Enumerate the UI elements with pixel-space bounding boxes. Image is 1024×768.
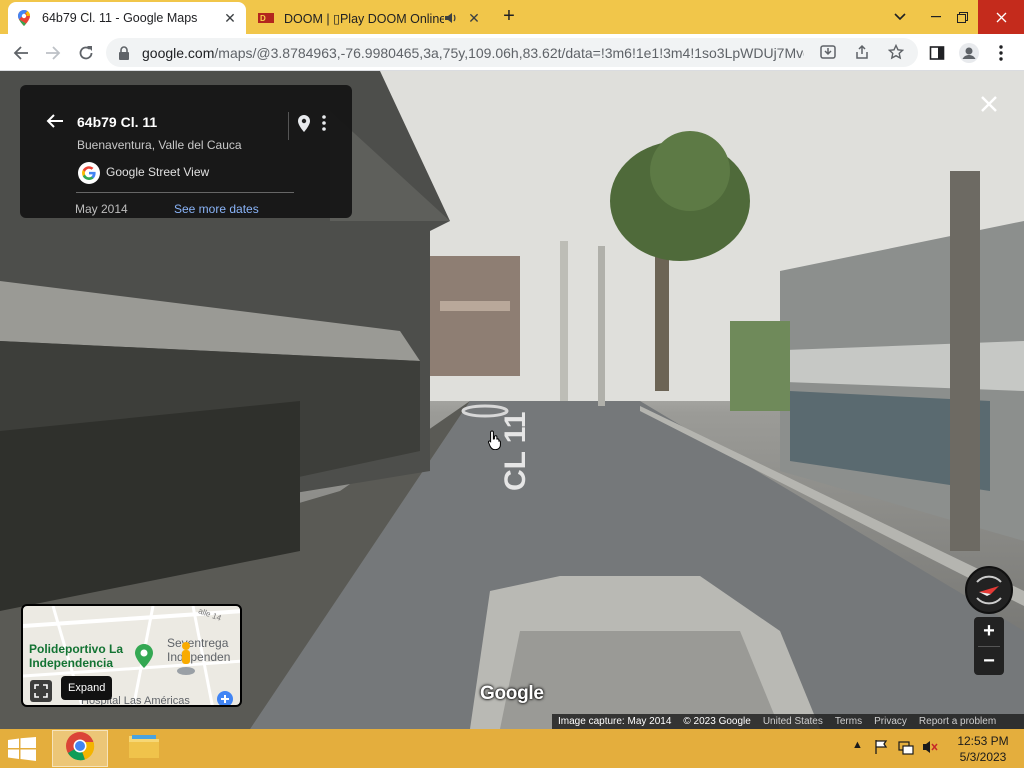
taskbar: ▲ 12:53 PM 5/3/2023 — [0, 729, 1024, 768]
zoom-out-button[interactable]: − — [974, 647, 1004, 676]
mini-map[interactable]: alle 14 Polideportivo La Independencia S… — [21, 604, 242, 707]
restore-icon[interactable] — [946, 0, 978, 34]
volume-muted-icon[interactable] — [922, 739, 938, 758]
hospital-pin-icon — [216, 690, 234, 705]
back-arrow-icon[interactable] — [46, 113, 64, 134]
show-hidden-icons-icon[interactable]: ▲ — [852, 739, 863, 751]
address-bar[interactable]: google.com/maps/@3.8784963,-76.9980465,3… — [106, 38, 918, 67]
close-tab-icon[interactable]: ✕ — [466, 10, 482, 26]
tab-strip: 64b79 Cl. 11 - Google Maps ✕ D DOOM | ▯P… — [0, 0, 1024, 34]
forward-icon[interactable] — [40, 40, 66, 66]
country-link[interactable]: United States — [763, 716, 823, 727]
network-icon[interactable] — [898, 739, 914, 758]
taskbar-file-explorer[interactable] — [116, 730, 172, 767]
address-title: 64b79 Cl. 11 — [77, 114, 158, 130]
divider — [76, 192, 294, 193]
road-marking: CL 11 — [499, 412, 532, 492]
taskbar-chrome[interactable] — [52, 730, 108, 767]
close-tab-icon[interactable]: ✕ — [222, 10, 238, 26]
side-panel-icon[interactable] — [924, 40, 950, 66]
menu-kebab-icon[interactable] — [988, 40, 1014, 66]
divider — [288, 112, 289, 140]
url-text: google.com/maps/@3.8784963,-76.9980465,3… — [142, 45, 804, 61]
compass-icon[interactable] — [965, 566, 1013, 614]
expand-tooltip: Expand — [61, 676, 113, 700]
capture-info: Image capture: May 2014 — [558, 716, 672, 727]
street-view-panorama[interactable]: CL 11 64b79 Cl. 11 Buenaventura, Valle d… — [0, 71, 1024, 729]
tab-title: 64b79 Cl. 11 - Google Maps — [42, 11, 198, 25]
reload-icon[interactable] — [73, 40, 99, 66]
svg-text:D: D — [260, 14, 266, 23]
google-g-icon — [78, 162, 100, 184]
profile-avatar-icon[interactable] — [956, 40, 982, 66]
copyright: © 2023 Google — [683, 716, 751, 727]
back-icon[interactable] — [8, 40, 34, 66]
pegman-icon — [176, 641, 196, 680]
clock-date: 5/3/2023 — [959, 750, 1007, 764]
provider-label: Google Street View — [106, 165, 210, 179]
bookmark-star-icon[interactable] — [887, 43, 905, 65]
lock-icon[interactable] — [118, 45, 132, 60]
address-subtitle: Buenaventura, Valle del Cauca — [77, 138, 242, 152]
window-close-icon[interactable] — [978, 0, 1024, 34]
see-more-dates-link[interactable]: See more dates — [174, 202, 259, 216]
windows-start-icon[interactable] — [8, 737, 36, 766]
tab-google-maps[interactable]: 64b79 Cl. 11 - Google Maps ✕ — [8, 2, 246, 34]
park-pin-icon — [135, 644, 153, 673]
privacy-link[interactable]: Privacy — [874, 716, 907, 727]
map-pin-icon[interactable] — [298, 115, 310, 137]
new-tab-button[interactable]: + — [498, 6, 520, 28]
tab-title: DOOM | ▯Play DOOM Online — [284, 11, 444, 26]
hand-cursor-icon — [488, 430, 502, 455]
action-center-flag-icon[interactable] — [874, 739, 890, 758]
folder-icon — [128, 732, 160, 765]
speaker-icon[interactable] — [444, 11, 458, 28]
terms-link[interactable]: Terms — [835, 716, 862, 727]
url-path: /maps/@3.8784963,-76.9980465,3a,75y,109.… — [214, 44, 804, 61]
google-maps-pin-icon — [16, 10, 32, 26]
install-app-icon[interactable] — [820, 44, 836, 65]
place-label: Polideportivo La Independencia — [29, 642, 124, 670]
chrome-icon — [65, 731, 95, 766]
close-street-view-icon[interactable] — [978, 93, 1000, 115]
tab-doom[interactable]: D DOOM | ▯Play DOOM Online ✕ — [250, 2, 490, 34]
google-watermark: Google — [480, 683, 544, 704]
zoom-controls: + − — [974, 617, 1004, 675]
attribution-footer: Image capture: May 2014 © 2023 Google Un… — [552, 714, 1024, 729]
clock-time: 12:53 PM — [957, 734, 1009, 748]
system-clock[interactable]: 12:53 PM 5/3/2023 — [950, 733, 1016, 765]
tab-search-chevron-icon[interactable] — [884, 0, 916, 34]
expand-icon[interactable] — [30, 680, 52, 702]
zoom-in-button[interactable]: + — [974, 617, 1004, 646]
url-host: google.com — [142, 44, 215, 61]
capture-date: May 2014 — [75, 202, 128, 216]
browser-toolbar: google.com/maps/@3.8784963,-76.9980465,3… — [0, 34, 1024, 71]
share-icon[interactable] — [854, 44, 870, 65]
more-options-icon[interactable] — [322, 115, 332, 136]
location-info-card: 64b79 Cl. 11 Buenaventura, Valle del Cau… — [20, 85, 352, 218]
doom-icon: D — [258, 10, 274, 26]
report-problem-link[interactable]: Report a problem — [919, 716, 996, 727]
